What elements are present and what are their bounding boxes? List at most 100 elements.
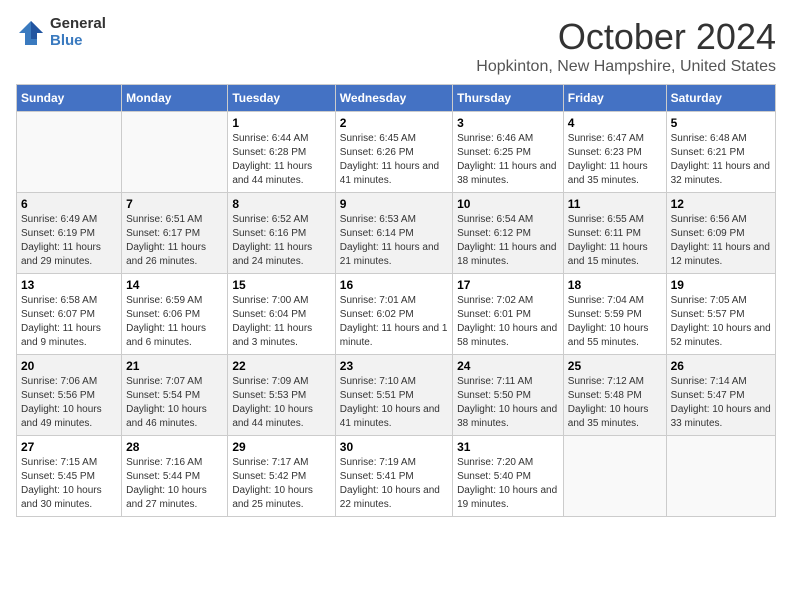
day-number: 2	[340, 116, 448, 130]
day-info: Sunrise: 7:10 AMSunset: 5:51 PMDaylight:…	[340, 375, 448, 431]
logo-icon	[16, 18, 46, 48]
calendar-cell: 9Sunrise: 6:53 AMSunset: 6:14 PMDaylight…	[335, 193, 452, 274]
calendar-cell: 17Sunrise: 7:02 AMSunset: 6:01 PMDayligh…	[453, 274, 564, 355]
weekday-header: Friday	[563, 85, 666, 112]
calendar-week-row: 27 Sunrise: 7:15 AMSunset: 5:45 PMDayligh…	[17, 436, 776, 517]
day-number: 15	[232, 278, 330, 292]
calendar-cell: 27 Sunrise: 7:15 AMSunset: 5:45 PMDayligh…	[17, 436, 122, 517]
day-info: Sunrise: 6:54 AMSunset: 6:12 PMDaylight:…	[457, 213, 559, 269]
location-title: Hopkinton, New Hampshire, United States	[476, 58, 776, 76]
day-number: 22	[232, 359, 330, 373]
calendar-cell: 22Sunrise: 7:09 AMSunset: 5:53 PMDayligh…	[228, 355, 335, 436]
day-info: Sunrise: 7:19 AMSunset: 5:41 PMDaylight:…	[340, 456, 448, 512]
day-info: Sunrise: 6:52 AMSunset: 6:16 PMDaylight:…	[232, 213, 330, 269]
calendar-cell: 5Sunrise: 6:48 AMSunset: 6:21 PMDaylight…	[666, 112, 775, 193]
calendar-body: 1Sunrise: 6:44 AMSunset: 6:28 PMDaylight…	[17, 112, 776, 517]
calendar-week-row: 6 Sunrise: 6:49 AMSunset: 6:19 PMDaylight…	[17, 193, 776, 274]
day-info: Sunrise: 7:06 AMSunset: 5:56 PMDaylight:…	[21, 375, 117, 431]
day-info: Sunrise: 6:45 AMSunset: 6:26 PMDaylight:…	[340, 132, 448, 188]
calendar-table: SundayMondayTuesdayWednesdayThursdayFrid…	[16, 84, 776, 517]
day-info: Sunrise: 7:16 AMSunset: 5:44 PMDaylight:…	[126, 456, 223, 512]
page-header: General Blue October 2024 Hopkinton, New…	[16, 16, 776, 76]
day-info: Sunrise: 7:02 AMSunset: 6:01 PMDaylight:…	[457, 294, 559, 350]
calendar-cell: 1Sunrise: 6:44 AMSunset: 6:28 PMDaylight…	[228, 112, 335, 193]
day-number: 21	[126, 359, 223, 373]
day-number: 11	[568, 197, 662, 211]
day-number: 19	[671, 278, 771, 292]
day-number: 3	[457, 116, 559, 130]
calendar-cell: 29 Sunrise: 7:17 AMSunset: 5:42 PMDayligh…	[228, 436, 335, 517]
calendar-cell: 16 Sunrise: 7:01 AMSunset: 6:02 PMDayligh…	[335, 274, 452, 355]
day-number: 6	[21, 197, 117, 211]
calendar-cell: 18Sunrise: 7:04 AMSunset: 5:59 PMDayligh…	[563, 274, 666, 355]
day-number: 23	[340, 359, 448, 373]
day-number: 24	[457, 359, 559, 373]
calendar-cell: 4 Sunrise: 6:47 AMSunset: 6:23 PMDaylight…	[563, 112, 666, 193]
logo-general-text: General	[50, 16, 106, 33]
weekday-header: Wednesday	[335, 85, 452, 112]
day-number: 28	[126, 440, 223, 454]
day-number: 5	[671, 116, 771, 130]
calendar-cell: 12 Sunrise: 6:56 AMSunset: 6:09 PMDayligh…	[666, 193, 775, 274]
logo-blue-text: Blue	[50, 33, 106, 50]
calendar-cell: 2 Sunrise: 6:45 AMSunset: 6:26 PMDaylight…	[335, 112, 452, 193]
day-number: 27	[21, 440, 117, 454]
day-number: 26	[671, 359, 771, 373]
weekday-header: Monday	[122, 85, 228, 112]
day-info: Sunrise: 6:49 AMSunset: 6:19 PMDaylight:…	[21, 213, 117, 269]
day-info: Sunrise: 7:11 AMSunset: 5:50 PMDaylight:…	[457, 375, 559, 431]
day-number: 4	[568, 116, 662, 130]
day-info: Sunrise: 6:44 AMSunset: 6:28 PMDaylight:…	[232, 132, 330, 188]
calendar-cell: 3 Sunrise: 6:46 AMSunset: 6:25 PMDaylight…	[453, 112, 564, 193]
month-title: October 2024	[476, 16, 776, 58]
calendar-week-row: 1Sunrise: 6:44 AMSunset: 6:28 PMDaylight…	[17, 112, 776, 193]
weekday-header: Sunday	[17, 85, 122, 112]
calendar-cell: 26 Sunrise: 7:14 AMSunset: 5:47 PMDayligh…	[666, 355, 775, 436]
weekday-header: Thursday	[453, 85, 564, 112]
day-info: Sunrise: 6:46 AMSunset: 6:25 PMDaylight:…	[457, 132, 559, 188]
day-info: Sunrise: 7:15 AMSunset: 5:45 PMDaylight:…	[21, 456, 117, 512]
title-block: October 2024 Hopkinton, New Hampshire, U…	[476, 16, 776, 76]
calendar-cell: 14Sunrise: 6:59 AMSunset: 6:06 PMDayligh…	[122, 274, 228, 355]
day-number: 29	[232, 440, 330, 454]
calendar-cell: 7 Sunrise: 6:51 AMSunset: 6:17 PMDaylight…	[122, 193, 228, 274]
calendar-cell: 19 Sunrise: 7:05 AMSunset: 5:57 PMDayligh…	[666, 274, 775, 355]
day-number: 18	[568, 278, 662, 292]
calendar-cell: 13 Sunrise: 6:58 AMSunset: 6:07 PMDayligh…	[17, 274, 122, 355]
day-info: Sunrise: 7:17 AMSunset: 5:42 PMDaylight:…	[232, 456, 330, 512]
calendar-cell	[122, 112, 228, 193]
calendar-cell	[563, 436, 666, 517]
day-info: Sunrise: 6:47 AMSunset: 6:23 PMDaylight:…	[568, 132, 662, 188]
day-info: Sunrise: 6:56 AMSunset: 6:09 PMDaylight:…	[671, 213, 771, 269]
day-info: Sunrise: 6:53 AMSunset: 6:14 PMDaylight:…	[340, 213, 448, 269]
day-info: Sunrise: 7:01 AMSunset: 6:02 PMDaylight:…	[340, 294, 448, 350]
day-info: Sunrise: 7:05 AMSunset: 5:57 PMDaylight:…	[671, 294, 771, 350]
calendar-cell: 20 Sunrise: 7:06 AMSunset: 5:56 PMDayligh…	[17, 355, 122, 436]
calendar-week-row: 20 Sunrise: 7:06 AMSunset: 5:56 PMDayligh…	[17, 355, 776, 436]
weekday-header: Tuesday	[228, 85, 335, 112]
day-info: Sunrise: 7:12 AMSunset: 5:48 PMDaylight:…	[568, 375, 662, 431]
day-info: Sunrise: 7:20 AMSunset: 5:40 PMDaylight:…	[457, 456, 559, 512]
day-info: Sunrise: 6:51 AMSunset: 6:17 PMDaylight:…	[126, 213, 223, 269]
day-info: Sunrise: 7:07 AMSunset: 5:54 PMDaylight:…	[126, 375, 223, 431]
day-number: 10	[457, 197, 559, 211]
day-info: Sunrise: 7:14 AMSunset: 5:47 PMDaylight:…	[671, 375, 771, 431]
calendar-cell: 31 Sunrise: 7:20 AMSunset: 5:40 PMDayligh…	[453, 436, 564, 517]
calendar-cell: 30Sunrise: 7:19 AMSunset: 5:41 PMDayligh…	[335, 436, 452, 517]
calendar-week-row: 13 Sunrise: 6:58 AMSunset: 6:07 PMDayligh…	[17, 274, 776, 355]
day-number: 14	[126, 278, 223, 292]
day-number: 7	[126, 197, 223, 211]
calendar-cell: 15 Sunrise: 7:00 AMSunset: 6:04 PMDayligh…	[228, 274, 335, 355]
day-number: 31	[457, 440, 559, 454]
day-number: 13	[21, 278, 117, 292]
calendar-header: SundayMondayTuesdayWednesdayThursdayFrid…	[17, 85, 776, 112]
day-number: 12	[671, 197, 771, 211]
day-info: Sunrise: 7:00 AMSunset: 6:04 PMDaylight:…	[232, 294, 330, 350]
day-number: 16	[340, 278, 448, 292]
day-info: Sunrise: 6:58 AMSunset: 6:07 PMDaylight:…	[21, 294, 117, 350]
day-number: 25	[568, 359, 662, 373]
day-number: 20	[21, 359, 117, 373]
calendar-cell: 8Sunrise: 6:52 AMSunset: 6:16 PMDaylight…	[228, 193, 335, 274]
logo-text: General Blue	[50, 16, 106, 49]
calendar-cell: 6 Sunrise: 6:49 AMSunset: 6:19 PMDaylight…	[17, 193, 122, 274]
